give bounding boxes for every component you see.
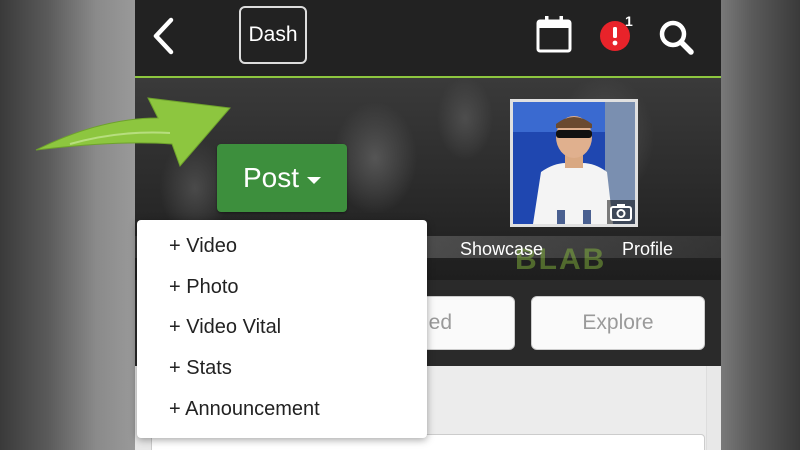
menu-item-video[interactable]: + Video: [137, 226, 427, 267]
calendar-icon: [536, 16, 572, 53]
search-button[interactable]: [657, 18, 697, 58]
pointer-arrow-icon: [35, 97, 231, 167]
notifications-button[interactable]: 1: [598, 13, 638, 54]
showcase-link[interactable]: Showcase: [460, 239, 543, 260]
menu-item-video-vital[interactable]: + Video Vital: [137, 308, 427, 349]
chevron-left-icon: [153, 17, 174, 55]
search-icon: [659, 20, 694, 55]
profile-photo[interactable]: [510, 99, 638, 227]
menu-item-stats[interactable]: + Stats: [137, 348, 427, 389]
back-button[interactable]: [147, 14, 181, 58]
menu-item-photo[interactable]: + Photo: [137, 267, 427, 308]
top-navigation-bar: Dash 1: [135, 0, 721, 78]
camera-icon[interactable]: [607, 200, 635, 224]
dash-button[interactable]: Dash: [239, 6, 307, 64]
menu-item-announcement[interactable]: + Announcement: [137, 389, 427, 430]
caret-down-icon: [307, 176, 322, 184]
notification-count-badge: 1: [625, 13, 633, 29]
calendar-button[interactable]: [535, 14, 573, 54]
profile-link[interactable]: Profile: [622, 239, 673, 260]
tab-explore[interactable]: Explore: [531, 296, 705, 350]
post-dropdown-menu: + Video + Photo + Video Vital + Stats + …: [137, 220, 427, 438]
